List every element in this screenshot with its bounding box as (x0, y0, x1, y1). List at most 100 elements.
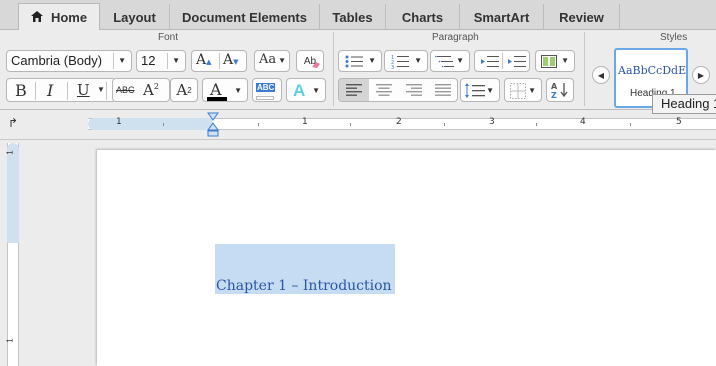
chevron-down-icon: ▼ (312, 86, 320, 95)
align-right-icon[interactable] (406, 84, 422, 96)
group-label-styles: Styles (660, 32, 688, 43)
dropdown-divider (167, 53, 168, 69)
borders-dropdown[interactable]: ▼ (504, 78, 542, 102)
strikethrough-button[interactable]: ABC (116, 85, 135, 95)
vertical-ruler-margin (7, 143, 19, 243)
align-left-button[interactable] (339, 79, 369, 101)
tab-review[interactable]: Review (544, 4, 620, 30)
button-divider (219, 53, 220, 69)
increase-indent-icon[interactable] (508, 55, 526, 68)
document-page[interactable] (97, 150, 716, 366)
superscript-label: A (143, 81, 154, 99)
bullets-dropdown[interactable]: ▼ (338, 50, 382, 72)
styles-next-button[interactable]: ▶ (692, 66, 710, 84)
numbering-dropdown[interactable]: 123 ▼ (384, 50, 428, 72)
line-spacing-dropdown[interactable]: ▼ (460, 78, 500, 102)
shrink-font-button[interactable]: A▼ (223, 52, 239, 68)
indent-marker-icon[interactable] (207, 112, 219, 138)
multilevel-list-dropdown[interactable]: ▼ (430, 50, 470, 72)
highlight-swatch (256, 96, 274, 100)
text-effects-label: A (293, 81, 306, 100)
subscript-label: A (176, 81, 188, 99)
font-size-buttons: A▲ A▼ (191, 50, 247, 72)
home-icon (30, 10, 43, 25)
indent-buttons (474, 50, 530, 72)
chevron-left-icon: ◀ (597, 70, 605, 80)
bold-button[interactable]: B (15, 81, 27, 100)
button-divider (502, 53, 503, 69)
vruler-mark: 1 (5, 338, 15, 343)
grow-font-label: A (196, 52, 207, 68)
chevron-down-icon: ▼ (118, 56, 126, 65)
chapter-heading[interactable]: Chapter 1 – Introduction (216, 278, 392, 294)
font-name-dropdown[interactable]: Cambria (Body) ▼ (6, 50, 132, 72)
ruler-mark: 1 (116, 117, 122, 127)
font-size-dropdown[interactable]: 12 ▼ (136, 50, 186, 72)
ruler-tick (536, 123, 537, 126)
group-label-font: Font (158, 32, 179, 43)
chevron-down-icon: ▼ (528, 86, 536, 95)
sort-az-icon: AZ (551, 82, 568, 99)
ruler-tick (163, 123, 164, 126)
chevron-down-icon: ▼ (368, 56, 376, 65)
font-style-buttons: B I U ▼ (6, 78, 116, 102)
italic-button[interactable]: I (47, 81, 53, 100)
group-divider (584, 32, 585, 106)
tab-document-elements[interactable]: Document Elements (170, 4, 320, 30)
ruler-tick (630, 123, 631, 126)
justify-icon[interactable] (435, 84, 451, 96)
tab-home[interactable]: Home (18, 3, 100, 31)
columns-dropdown[interactable]: ▼ (535, 50, 575, 72)
align-left-icon (346, 84, 362, 96)
horizontal-ruler-area: ↱ 1 1 2 3 4 5 (0, 110, 716, 140)
align-center-icon[interactable] (376, 84, 392, 96)
vruler-mark: 1 (5, 150, 15, 155)
button-divider (35, 82, 36, 100)
chevron-down-icon: ▼ (278, 56, 286, 65)
bullet-list-icon (345, 55, 363, 68)
highlight-dropdown[interactable]: ABC (252, 78, 282, 102)
style-tooltip: Heading 1 (652, 94, 716, 114)
chevron-down-icon: ▼ (561, 56, 569, 65)
sort-button[interactable]: AZ (546, 78, 574, 102)
tab-charts[interactable]: Charts (386, 4, 460, 30)
decrease-indent-icon[interactable] (481, 55, 499, 68)
text-effects-dropdown[interactable]: A ▼ (286, 78, 326, 102)
ruler-tick (350, 123, 351, 126)
superscript-mark: 2 (153, 82, 159, 91)
numbered-list-icon: 123 (391, 55, 409, 69)
tab-tables[interactable]: Tables (320, 4, 386, 30)
button-divider (106, 82, 107, 100)
button-divider (67, 82, 68, 100)
ruler-tick (444, 123, 445, 126)
font-color-dropdown[interactable]: A ▼ (202, 78, 248, 102)
chevron-down-icon: ▼ (234, 86, 242, 95)
ruler-mark: 5 (676, 117, 682, 127)
alignment-buttons (338, 78, 458, 102)
underline-button[interactable]: U (77, 81, 90, 99)
superscript-button[interactable]: A2 (143, 81, 159, 99)
highlight-label: ABC (256, 83, 276, 92)
subscript-button[interactable]: A2 (170, 78, 198, 102)
eraser-icon (312, 62, 320, 68)
tab-smartart[interactable]: SmartArt (460, 4, 544, 30)
shrink-font-label: A (223, 52, 234, 68)
clear-formatting-button[interactable]: Ab (296, 50, 324, 72)
script-buttons: ABC A2 (112, 78, 170, 102)
font-name-value: Cambria (Body) (11, 53, 103, 68)
styles-prev-button[interactable]: ◀ (592, 66, 610, 84)
ribbon: Font Paragraph Styles Cambria (Body) ▼ 1… (0, 30, 716, 110)
change-case-button[interactable]: Aa ▼ (254, 50, 290, 72)
svg-text:3: 3 (391, 65, 394, 69)
tab-stop-selector-icon[interactable]: ↱ (8, 116, 18, 130)
tab-layout[interactable]: Layout (100, 4, 170, 30)
ruler-tick (258, 123, 259, 126)
dropdown-divider (113, 53, 114, 69)
grow-font-button[interactable]: A▲ (196, 52, 212, 68)
ruler-mark: 1 (302, 117, 308, 127)
ruler-mark: 3 (489, 117, 495, 127)
line-spacing-icon (465, 83, 485, 98)
group-label-paragraph: Paragraph (432, 32, 479, 43)
multilevel-list-icon (435, 55, 454, 68)
font-color-swatch (207, 97, 227, 101)
